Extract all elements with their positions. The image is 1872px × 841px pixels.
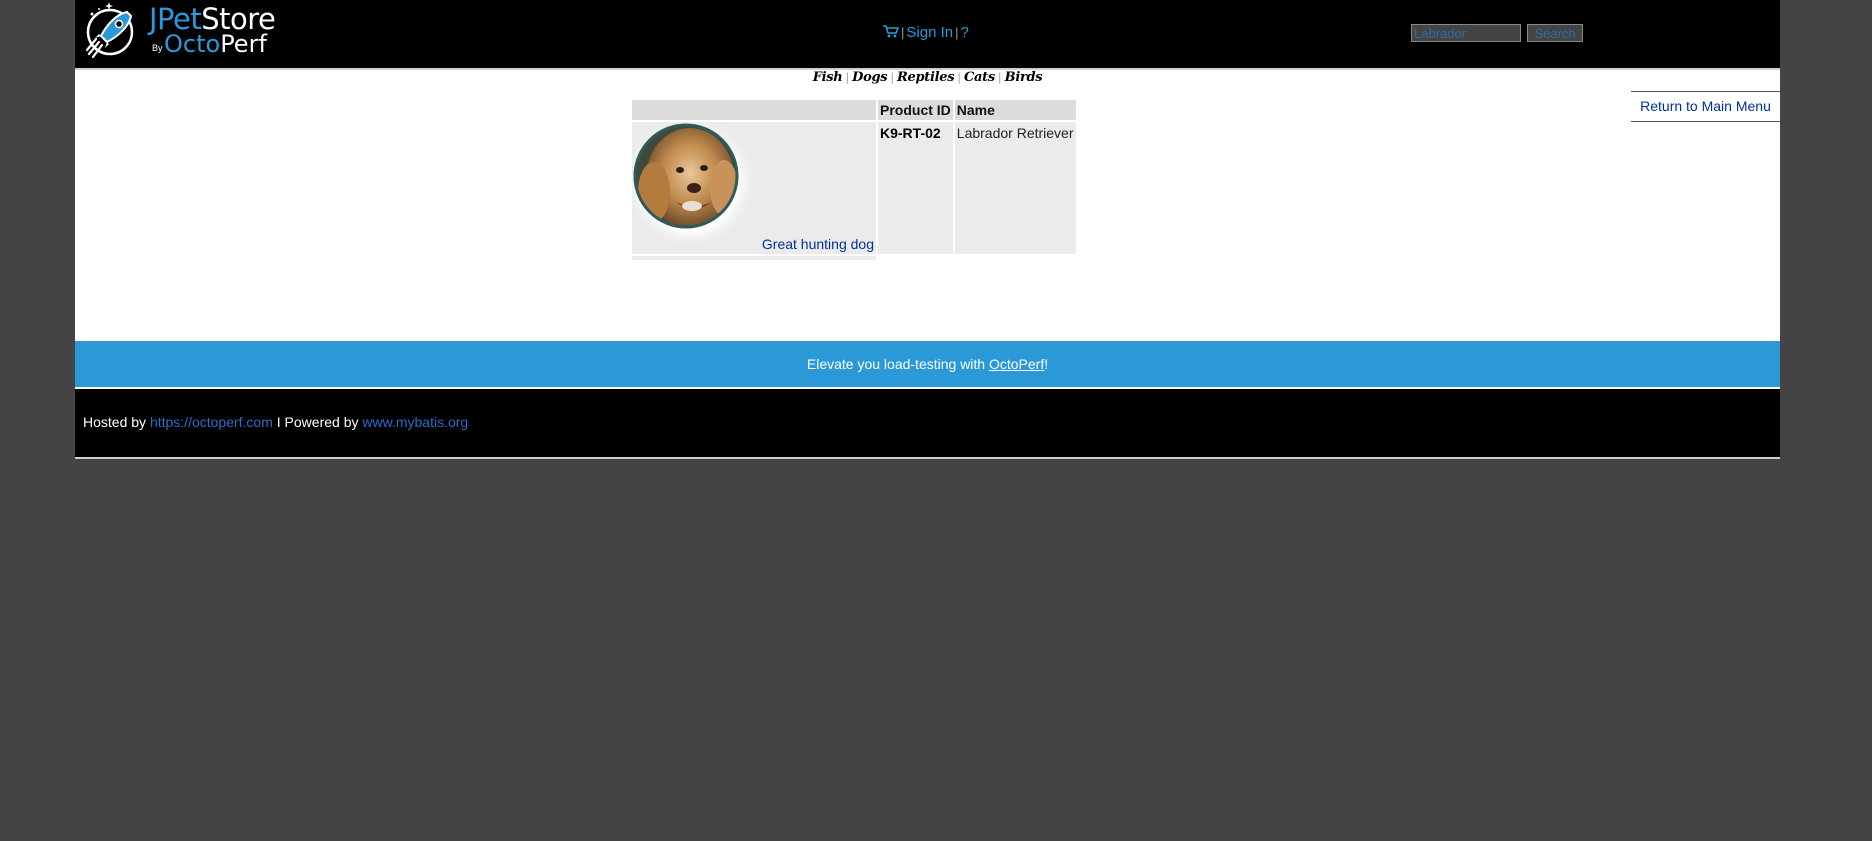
menu-separator: | <box>901 25 905 40</box>
search-form: Search <box>1411 24 1583 43</box>
table-row-padding <box>632 256 1076 260</box>
powered-by-label: I Powered by <box>272 414 363 430</box>
table-row: Great hunting dog K9-RT-02 Labrador Retr… <box>632 122 1076 254</box>
column-header-name: Name <box>954 100 1076 120</box>
quicklink-separator: | <box>845 71 850 84</box>
padding-cell <box>955 256 1076 260</box>
hosted-by-link[interactable]: https://octoperf.com <box>150 414 273 430</box>
quicklink-separator: | <box>890 71 895 84</box>
padding-cell <box>878 256 953 260</box>
return-to-main-menu: Return to Main Menu <box>1631 91 1780 122</box>
quicklink-dogs[interactable]: Dogs <box>852 70 887 85</box>
quicklink-birds[interactable]: Birds <box>1005 70 1043 85</box>
quicklink-cats[interactable]: Cats <box>964 70 995 85</box>
main-content: Fish | Dogs | Reptiles | Cats | Birds Return to … <box>75 70 1780 341</box>
quicklink-separator: | <box>997 71 1002 84</box>
return-to-main-menu-link[interactable]: Return to Main Menu <box>1640 98 1771 114</box>
search-input[interactable] <box>1411 24 1521 42</box>
header: JPetStore By OctoPerf |Sign In|? Search <box>75 0 1780 70</box>
header-menu: | Sign In |? <box>882 24 969 42</box>
hosted-by-label: Hosted by <box>83 414 150 430</box>
promo-text: Elevate you load-testing with <box>806 356 989 372</box>
category-quicklinks: Fish | Dogs | Reptiles | Cats | Birds <box>75 70 1780 85</box>
promo-banner: Elevate you load-testing with OctoPerf! <box>75 341 1780 389</box>
quicklink-reptiles[interactable]: Reptiles <box>897 70 955 85</box>
sign-in-link[interactable]: Sign In <box>906 24 953 41</box>
logo-brand-perf: Perf <box>220 30 267 58</box>
quicklink-fish[interactable]: Fish <box>813 70 843 85</box>
product-table: Product ID Name Great hunting dog K9-RT-… <box>630 98 1078 262</box>
powered-by-link[interactable]: www.mybatis.org <box>362 414 468 430</box>
product-image-cell[interactable]: Great hunting dog <box>632 122 876 254</box>
padding-cell <box>632 256 876 260</box>
octoperf-link[interactable]: OctoPerf <box>989 356 1044 372</box>
footer: Hosted by https://octoperf.com I Powered… <box>75 389 1780 459</box>
labrador-photo-icon[interactable] <box>632 122 762 254</box>
jpetstore-logo[interactable]: JPetStore By OctoPerf <box>83 0 283 62</box>
product-description: Great hunting dog <box>761 236 874 252</box>
logo-brand-octo: Octo <box>164 30 221 58</box>
rocket-icon <box>85 2 134 59</box>
column-header-product-id: Product ID <box>878 100 953 120</box>
cart-icon[interactable] <box>882 24 900 42</box>
logo-by: By <box>152 43 163 53</box>
menu-separator: | <box>955 25 959 40</box>
product-name-cell: Labrador Retriever <box>954 122 1076 254</box>
promo-text-end: ! <box>1044 356 1049 372</box>
search-button[interactable]: Search <box>1527 24 1583 42</box>
column-header-image <box>632 100 876 120</box>
footer-credits: Hosted by https://octoperf.com I Powered… <box>83 414 468 430</box>
product-id-cell[interactable]: K9-RT-02 <box>878 122 953 254</box>
quicklink-separator: | <box>957 71 961 84</box>
logo-brand: OctoPerf <box>164 30 267 58</box>
table-header-row: Product ID Name <box>632 100 1076 120</box>
page-wrapper: JPetStore By OctoPerf |Sign In|? Search … <box>75 0 1780 459</box>
help-link[interactable]: ? <box>960 24 968 41</box>
